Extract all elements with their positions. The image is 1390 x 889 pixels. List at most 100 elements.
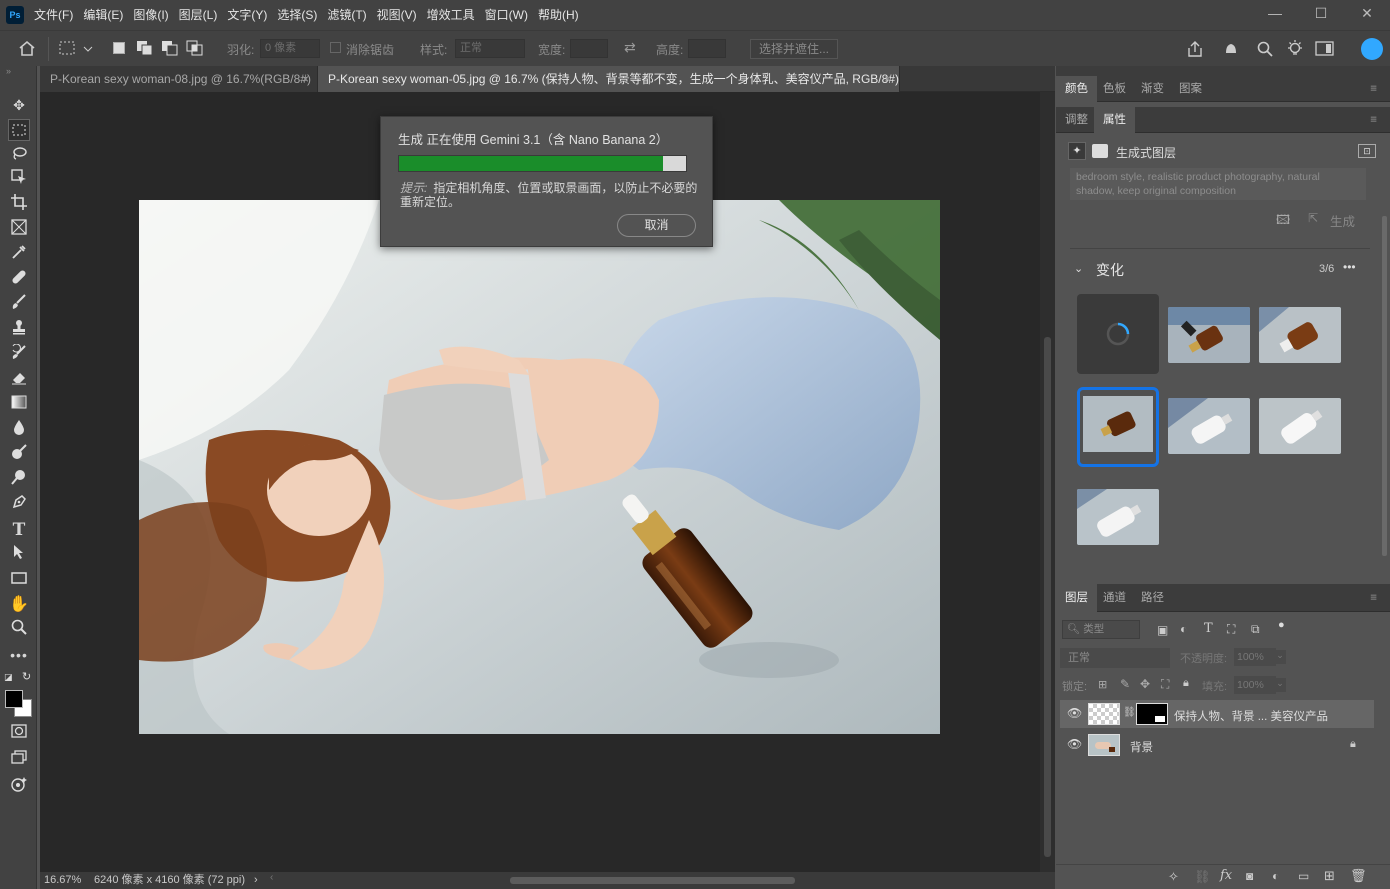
object-select-tool-icon[interactable] xyxy=(8,169,30,191)
menu-window[interactable]: 窗口(W) xyxy=(485,0,534,30)
feather-input[interactable]: 0 像素 xyxy=(260,39,320,58)
prompt-field[interactable]: bedroom style, realistic product photogr… xyxy=(1070,168,1366,200)
menu-plugins[interactable]: 增效工具 xyxy=(427,0,481,30)
menu-image[interactable]: 图像(I) xyxy=(133,0,174,30)
tab-channels[interactable]: 通道 xyxy=(1094,584,1135,612)
chevron-down-icon[interactable]: ⌄ xyxy=(1074,262,1083,275)
document-image[interactable] xyxy=(139,200,940,734)
filter-pixel-icon[interactable]: ▣ xyxy=(1157,623,1168,637)
generate-layer-icon[interactable]: ✧ xyxy=(1168,869,1179,885)
hand-tool-icon[interactable]: ✋ xyxy=(8,594,30,616)
variation-thumbnail[interactable] xyxy=(1259,307,1341,363)
minimize-icon[interactable]: — xyxy=(1252,0,1298,30)
variation-thumbnail[interactable] xyxy=(1077,489,1159,545)
tab-swatches[interactable]: 色板 xyxy=(1094,76,1135,102)
brush-tool-icon[interactable] xyxy=(8,294,30,316)
menu-filter[interactable]: 滤镜(T) xyxy=(327,0,372,30)
tab-patterns[interactable]: 图案 xyxy=(1170,76,1211,102)
tab-properties[interactable]: 属性 xyxy=(1094,107,1135,133)
history-brush-tool-icon[interactable] xyxy=(8,343,30,366)
generate-icon[interactable]: ⇱ xyxy=(1308,211,1318,225)
menu-help[interactable]: 帮助(H) xyxy=(538,0,585,30)
tab-paths[interactable]: 路径 xyxy=(1132,584,1173,612)
width-input[interactable] xyxy=(570,39,608,58)
close-tab-icon[interactable]: × xyxy=(302,66,309,92)
panel-menu-icon[interactable]: ≡ xyxy=(1361,76,1386,102)
path-select-tool-icon[interactable] xyxy=(8,544,30,566)
search-icon[interactable] xyxy=(1256,40,1274,58)
pen-tool-icon[interactable] xyxy=(8,494,30,516)
filter-smart-object-icon[interactable]: ⧉ xyxy=(1251,622,1260,637)
scroll-thumb[interactable] xyxy=(510,877,795,884)
lock-transparency-icon[interactable]: ⊞ xyxy=(1098,678,1107,691)
layer-row-generative[interactable]: 👁︎ ⛓︎ 保持人物、背景 ... 美容仪产品 xyxy=(1060,700,1374,728)
lasso-tool-icon[interactable] xyxy=(8,144,30,166)
link-layers-icon[interactable]: ⛓︎ xyxy=(1194,869,1211,885)
tab-color[interactable]: 颜色 xyxy=(1056,76,1097,102)
type-tool-icon[interactable]: T xyxy=(8,519,30,541)
home-icon[interactable] xyxy=(18,40,36,56)
cancel-button[interactable]: 取消 xyxy=(617,214,696,237)
tab-layers[interactable]: 图层 xyxy=(1056,584,1097,612)
menu-edit[interactable]: 编辑(E) xyxy=(83,0,129,30)
blend-mode-select[interactable]: 正常 xyxy=(1060,648,1170,668)
workspace-icon[interactable] xyxy=(1315,41,1335,57)
eye-icon[interactable]: 👁︎ xyxy=(1067,737,1082,751)
panel-menu-icon[interactable]: ≡ xyxy=(1361,107,1386,133)
clip-icon[interactable]: ⊡ xyxy=(1358,144,1376,158)
lock-artboard-icon[interactable]: ⛶ xyxy=(1161,677,1169,692)
screen-mode-icon[interactable] xyxy=(8,748,30,770)
close-icon[interactable]: ✕ xyxy=(1344,0,1390,30)
filter-toggle-icon[interactable]: ● xyxy=(1278,619,1285,631)
tab-document-05[interactable]: P-Korean sexy woman-05.jpg @ 16.7% (保持人物… xyxy=(318,66,900,112)
quick-mask-icon[interactable] xyxy=(8,722,30,744)
dodge-tool-icon[interactable] xyxy=(8,444,30,466)
account-avatar[interactable] xyxy=(1361,38,1383,60)
collapse-icon[interactable]: » xyxy=(6,66,11,76)
move-tool-icon[interactable]: ✥ xyxy=(8,94,30,116)
menu-view[interactable]: 视图(V) xyxy=(377,0,423,30)
reference-image-icon[interactable]: 🖾 xyxy=(1276,211,1290,233)
zoom-tool-icon[interactable] xyxy=(8,619,30,641)
adjustment-layer-icon[interactable]: ◐ xyxy=(1272,869,1279,883)
opacity-input[interactable]: 100% xyxy=(1234,648,1276,666)
lightbulb-icon[interactable] xyxy=(1286,39,1304,59)
status-arrow-icon[interactable]: › xyxy=(254,872,258,889)
properties-scrollbar[interactable] xyxy=(1382,216,1387,556)
more-options-icon[interactable]: ••• xyxy=(1343,260,1356,274)
scroll-left-icon[interactable]: ‹ xyxy=(270,872,273,883)
subtract-selection-icon[interactable] xyxy=(161,40,179,56)
link-icon[interactable]: ⛓︎ xyxy=(1123,707,1136,718)
menu-select[interactable]: 选择(S) xyxy=(277,0,323,30)
new-selection-icon[interactable] xyxy=(113,42,125,54)
filter-type-icon[interactable]: T xyxy=(1204,621,1213,636)
zoom-blur-tool-icon[interactable] xyxy=(8,469,30,491)
select-and-mask-button[interactable]: 选择并遮住... xyxy=(750,39,838,59)
close-tab-icon[interactable]: × xyxy=(884,66,891,92)
default-colors-icon[interactable]: ◪ xyxy=(4,672,13,683)
scroll-thumb[interactable] xyxy=(1044,337,1051,857)
crop-tool-icon[interactable] xyxy=(8,194,30,216)
layer-row-background[interactable]: 👁︎ 背景 🔒︎ xyxy=(1060,731,1374,759)
bell-icon[interactable] xyxy=(1222,40,1240,58)
horizontal-scrollbar[interactable]: ‹ xyxy=(270,872,1030,886)
variation-thumbnail[interactable] xyxy=(1168,398,1250,454)
fill-dropdown-icon[interactable]: ⌄ xyxy=(1274,678,1286,692)
lock-position-icon[interactable]: ✥ xyxy=(1140,677,1150,691)
frame-tool-icon[interactable] xyxy=(8,219,30,241)
height-input[interactable] xyxy=(688,39,726,58)
foreground-color-swatch[interactable] xyxy=(5,690,23,708)
generative-tools-icon[interactable] xyxy=(8,776,30,798)
lock-all-icon[interactable]: 🔒︎ xyxy=(1183,677,1189,690)
eye-icon[interactable]: 👁︎ xyxy=(1067,706,1082,720)
healing-brush-tool-icon[interactable] xyxy=(8,269,30,291)
marquee-preset-icon[interactable] xyxy=(58,40,94,56)
lock-pixels-icon[interactable]: ✎ xyxy=(1120,677,1130,691)
zoom-level[interactable]: 16.67% xyxy=(44,872,81,889)
add-selection-icon[interactable] xyxy=(136,40,154,56)
filter-shape-icon[interactable]: ⛶ xyxy=(1227,622,1235,637)
menu-layer[interactable]: 图层(L) xyxy=(179,0,224,30)
filter-adjustment-icon[interactable]: ◐ xyxy=(1180,622,1187,636)
new-group-icon[interactable]: ▭ xyxy=(1298,869,1309,883)
gradient-tool-icon[interactable] xyxy=(8,394,30,416)
